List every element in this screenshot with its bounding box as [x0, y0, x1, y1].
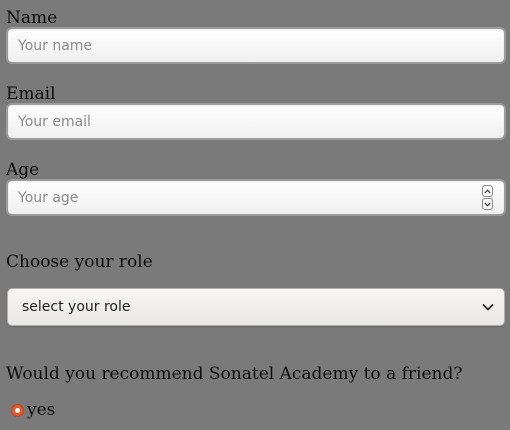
age-label: Age — [6, 160, 40, 180]
chevron-down-icon — [482, 304, 494, 311]
role-selected-value: select your role — [22, 299, 131, 315]
name-input[interactable] — [8, 29, 504, 62]
email-field-container — [7, 104, 505, 139]
chevron-down-icon — [484, 202, 491, 207]
chevron-up-icon — [484, 188, 491, 193]
recommend-question: Would you recommend Sonatel Academy to a… — [6, 364, 463, 384]
name-field-container — [7, 28, 505, 63]
age-input[interactable] — [8, 181, 504, 214]
recommend-option-yes[interactable]: yes — [11, 400, 55, 420]
age-field-container — [7, 180, 505, 215]
age-spinner — [482, 185, 493, 210]
role-label: Choose your role — [6, 252, 153, 272]
role-select[interactable]: select your role — [7, 288, 505, 326]
radio-checked-dot — [15, 407, 20, 413]
recommend-yes-label: yes — [27, 400, 56, 420]
age-decrement-button[interactable] — [482, 198, 493, 210]
age-increment-button[interactable] — [482, 185, 493, 197]
email-input[interactable] — [8, 105, 504, 138]
email-label: Email — [6, 84, 56, 104]
recommend-yes-radio[interactable] — [11, 403, 24, 417]
name-label: Name — [6, 8, 58, 28]
